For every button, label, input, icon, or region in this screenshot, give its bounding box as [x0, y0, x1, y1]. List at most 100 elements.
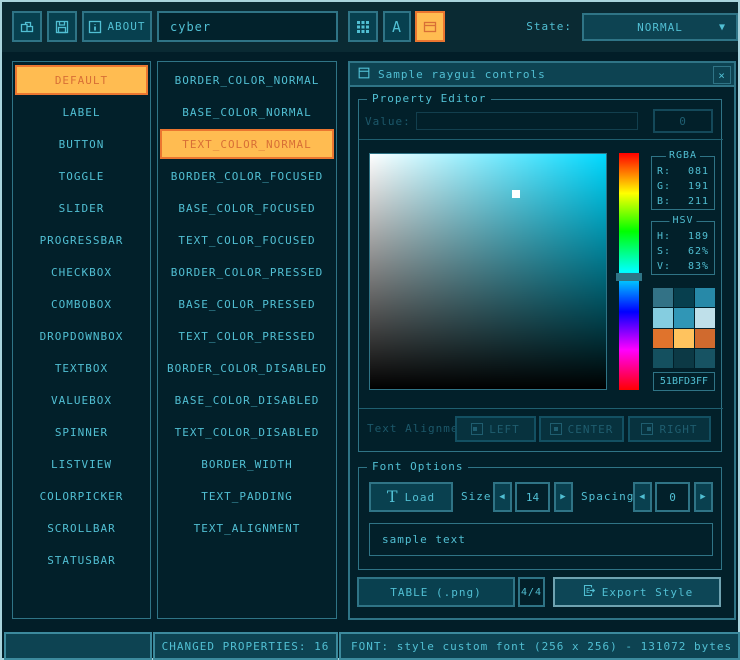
- page-indicator: 4/4: [518, 577, 545, 607]
- list-item-progressbar[interactable]: PROGRESSBAR: [15, 225, 148, 255]
- rgba-box: RGBA R:081 G:191 B:211: [651, 156, 715, 210]
- state-dropdown[interactable]: NORMAL ▼: [582, 13, 738, 41]
- prop-item[interactable]: BORDER_COLOR_DISABLED: [160, 353, 334, 383]
- prop-item[interactable]: TEXT_COLOR_DISABLED: [160, 417, 334, 447]
- font-mode-button[interactable]: A: [383, 11, 411, 42]
- swatch[interactable]: [695, 308, 715, 327]
- list-item-scrollbar[interactable]: SCROLLBAR: [15, 513, 148, 543]
- style-name-input[interactable]: [157, 11, 338, 42]
- swatch[interactable]: [695, 288, 715, 307]
- font-load-button[interactable]: T Load: [369, 482, 453, 512]
- prop-item[interactable]: TEXT_COLOR_FOCUSED: [160, 225, 334, 255]
- swatch[interactable]: [674, 329, 694, 348]
- b-label: B:: [657, 194, 671, 209]
- prop-item[interactable]: BORDER_WIDTH: [160, 449, 334, 479]
- controls-list: DEFAULT LABEL BUTTON TOGGLE SLIDER PROGR…: [12, 61, 151, 619]
- align-left-icon: [471, 423, 483, 435]
- prop-item[interactable]: BASE_COLOR_PRESSED: [160, 289, 334, 319]
- prop-item[interactable]: TEXT_PADDING: [160, 481, 334, 511]
- prop-item-selected[interactable]: TEXT_COLOR_NORMAL: [160, 129, 334, 159]
- grid-icon: [356, 20, 370, 34]
- statusbar-left: [4, 632, 152, 660]
- value-button[interactable]: 0: [653, 109, 713, 133]
- font-options-title: Font Options: [367, 460, 468, 473]
- hue-bar[interactable]: [619, 153, 639, 390]
- swatch[interactable]: [695, 349, 715, 368]
- swatch[interactable]: [653, 329, 673, 348]
- align-center-label: CENTER: [568, 423, 614, 436]
- prop-item[interactable]: TEXT_ALIGNMENT: [160, 513, 334, 543]
- table-png-button[interactable]: TABLE (.png): [357, 577, 515, 607]
- hsv-box: HSV H:189 S:62% V:83%: [651, 221, 715, 275]
- chevron-down-icon: ▼: [719, 22, 726, 33]
- font-T-icon: T: [387, 490, 399, 504]
- font-options-group: Font Options T Load Size: ◀ 14 ▶ Spacing…: [358, 467, 722, 570]
- align-right-button[interactable]: RIGHT: [628, 416, 711, 442]
- prop-item[interactable]: BORDER_COLOR_PRESSED: [160, 257, 334, 287]
- list-item-slider[interactable]: SLIDER: [15, 193, 148, 223]
- state-label: State:: [526, 20, 572, 33]
- divider-line: [359, 139, 723, 140]
- hue-handle[interactable]: [616, 273, 642, 281]
- g-label: G:: [657, 179, 671, 194]
- info-icon: [88, 20, 102, 34]
- prop-item[interactable]: BASE_COLOR_DISABLED: [160, 385, 334, 415]
- g-value: 191: [688, 179, 709, 194]
- list-item-dropdownbox[interactable]: DROPDOWNBOX: [15, 321, 148, 351]
- export-style-button[interactable]: E Export Style: [553, 577, 721, 607]
- align-left-button[interactable]: LEFT: [455, 416, 536, 442]
- properties-list: BORDER_COLOR_NORMAL BASE_COLOR_NORMAL TE…: [157, 61, 337, 619]
- list-item-toggle[interactable]: TOGGLE: [15, 161, 148, 191]
- spacing-value-box[interactable]: 0: [655, 482, 690, 512]
- v-label: V:: [657, 259, 671, 274]
- floppy-save-icon: [54, 19, 70, 35]
- right-arrow-icon: ▶: [700, 492, 706, 502]
- align-center-button[interactable]: CENTER: [539, 416, 624, 442]
- spacing-increment-button[interactable]: ▶: [694, 482, 713, 512]
- swatch[interactable]: [674, 308, 694, 327]
- size-increment-button[interactable]: ▶: [554, 482, 573, 512]
- spacing-decrement-button[interactable]: ◀: [633, 482, 652, 512]
- prop-item[interactable]: BORDER_COLOR_FOCUSED: [160, 161, 334, 191]
- prop-item[interactable]: TEXT_COLOR_PRESSED: [160, 321, 334, 351]
- list-item-button[interactable]: BUTTON: [15, 129, 148, 159]
- style-table-mode-button[interactable]: [348, 11, 378, 42]
- r-label: R:: [657, 164, 671, 179]
- list-item-label[interactable]: LABEL: [15, 97, 148, 127]
- prop-item[interactable]: BASE_COLOR_NORMAL: [160, 97, 334, 127]
- swatch[interactable]: [695, 329, 715, 348]
- font-A-icon: A: [392, 18, 402, 36]
- swatch[interactable]: [653, 308, 673, 327]
- font-load-label: Load: [405, 491, 436, 504]
- color-panel[interactable]: [369, 153, 607, 390]
- align-right-label: RIGHT: [659, 423, 697, 436]
- swatch[interactable]: [653, 349, 673, 368]
- prop-item[interactable]: BORDER_COLOR_NORMAL: [160, 65, 334, 95]
- value-slider[interactable]: [416, 112, 638, 130]
- sample-text-input[interactable]: sample text: [369, 523, 713, 556]
- list-item-statusbar[interactable]: STATUSBAR: [15, 545, 148, 575]
- size-value-box[interactable]: 14: [515, 482, 550, 512]
- s-label: S:: [657, 244, 671, 259]
- prop-item[interactable]: BASE_COLOR_FOCUSED: [160, 193, 334, 223]
- about-button[interactable]: ABOUT: [82, 11, 152, 42]
- list-item-default[interactable]: DEFAULT: [15, 65, 148, 95]
- list-item-listview[interactable]: LISTVIEW: [15, 449, 148, 479]
- list-item-combobox[interactable]: COMBOBOX: [15, 289, 148, 319]
- left-arrow-icon: ◀: [639, 492, 645, 502]
- close-icon[interactable]: ×: [713, 66, 731, 84]
- size-decrement-button[interactable]: ◀: [493, 482, 512, 512]
- controls-mode-button[interactable]: [415, 11, 445, 42]
- swatch[interactable]: [653, 288, 673, 307]
- swatch[interactable]: [674, 288, 694, 307]
- window-title: Sample raygui controls: [378, 68, 546, 81]
- list-item-valuebox[interactable]: VALUEBOX: [15, 385, 148, 415]
- list-item-checkbox[interactable]: CHECKBOX: [15, 257, 148, 287]
- list-item-textbox[interactable]: TEXTBOX: [15, 353, 148, 383]
- list-item-spinner[interactable]: SPINNER: [15, 417, 148, 447]
- list-item-colorpicker[interactable]: COLORPICKER: [15, 481, 148, 511]
- hex-value-input[interactable]: 51BFD3FF: [653, 372, 715, 391]
- swatch[interactable]: [674, 349, 694, 368]
- save-style-button[interactable]: [47, 11, 77, 42]
- open-style-button[interactable]: [12, 11, 42, 42]
